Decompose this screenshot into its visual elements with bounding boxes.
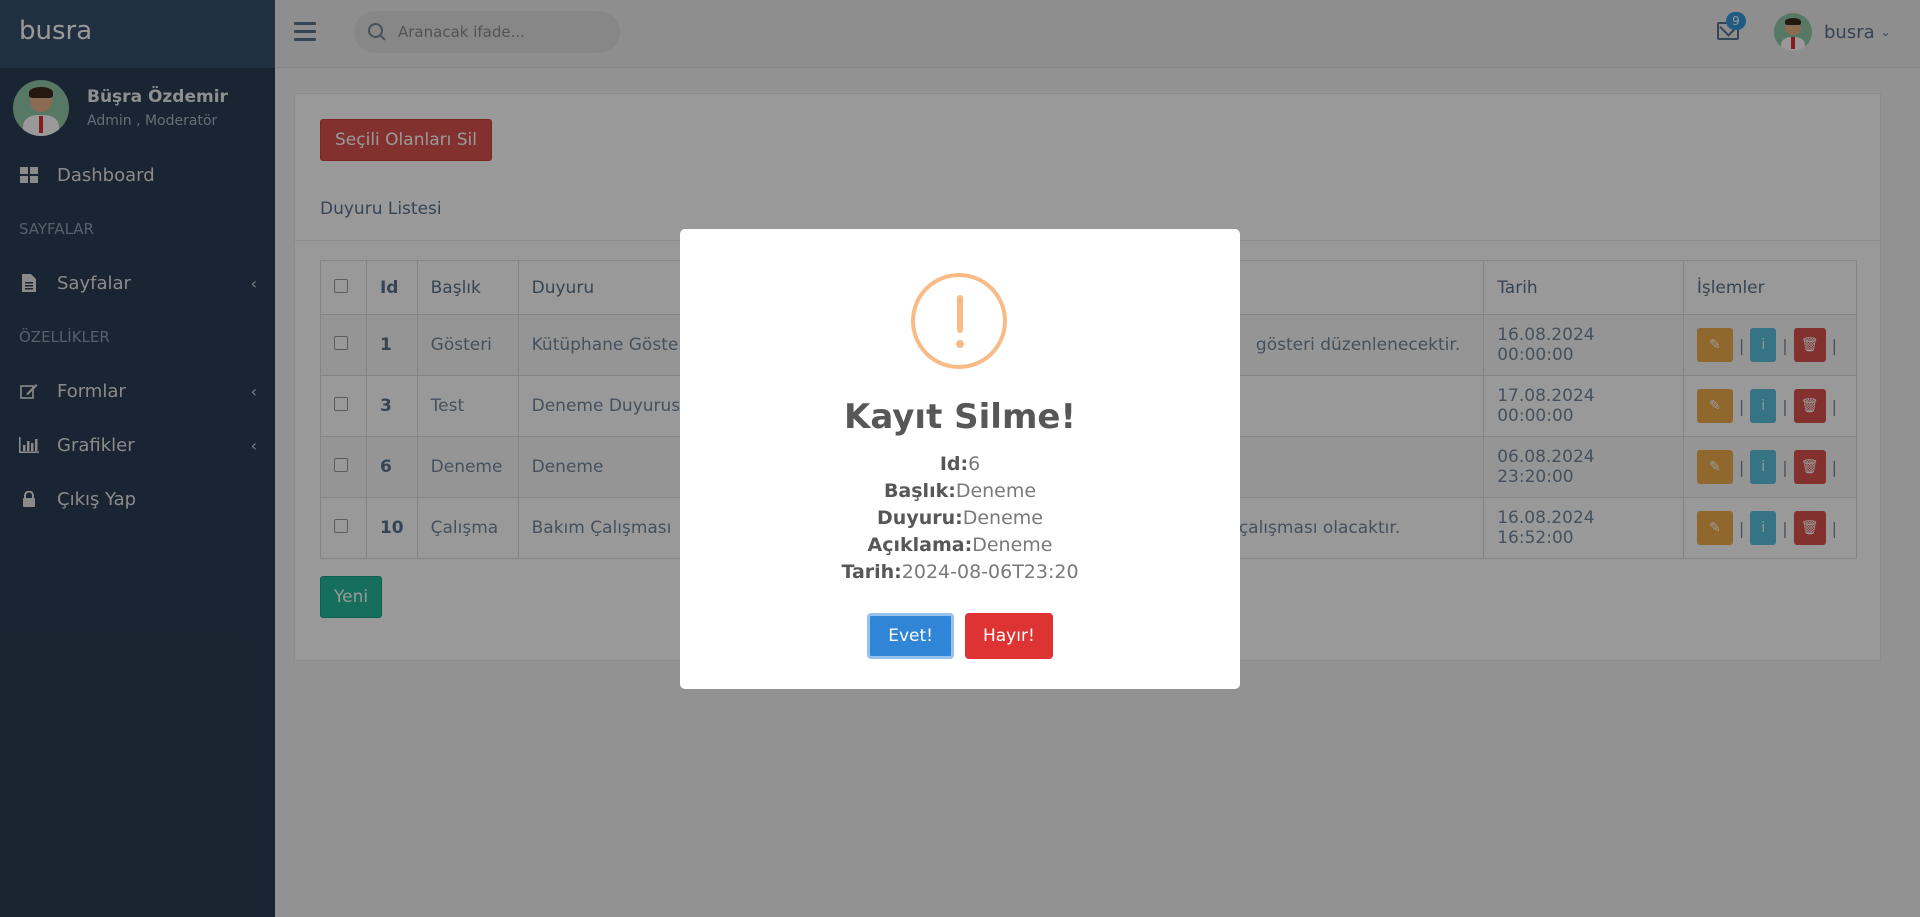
modal-field-row: Duyuru:Deneme bbox=[680, 505, 1240, 532]
modal-title: Kayıt Silme! bbox=[844, 397, 1076, 437]
field-label: Başlık: bbox=[883, 480, 956, 502]
modal-field-row: Tarih:2024-08-06T23:20 bbox=[680, 559, 1240, 586]
cancel-button[interactable]: Hayır! bbox=[964, 613, 1053, 659]
field-label: Id: bbox=[939, 453, 969, 475]
field-value: Deneme bbox=[955, 480, 1037, 502]
modal-field-row: Başlık:Deneme bbox=[680, 478, 1240, 505]
field-value: 6 bbox=[968, 453, 981, 475]
field-label: Tarih: bbox=[841, 561, 902, 583]
field-value: 2024-08-06T23:20 bbox=[901, 561, 1079, 583]
field-value: Deneme bbox=[962, 507, 1043, 529]
modal-body: Id:6 Başlık:Deneme Duyuru:Deneme Açıklam… bbox=[680, 451, 1240, 586]
confirm-button[interactable]: Evet! bbox=[867, 613, 954, 659]
field-value: Deneme bbox=[972, 534, 1053, 556]
modal-field-row: Açıklama:Deneme bbox=[680, 532, 1240, 559]
modal-field-row: Id:6 bbox=[680, 451, 1240, 478]
field-label: Açıklama: bbox=[867, 534, 973, 556]
delete-confirm-modal: Kayıt Silme! Id:6 Başlık:Deneme Duyuru:D… bbox=[680, 229, 1240, 689]
modal-button-group: Evet! Hayır! bbox=[680, 613, 1240, 659]
warning-icon bbox=[911, 273, 1007, 369]
field-label: Duyuru: bbox=[877, 507, 963, 529]
